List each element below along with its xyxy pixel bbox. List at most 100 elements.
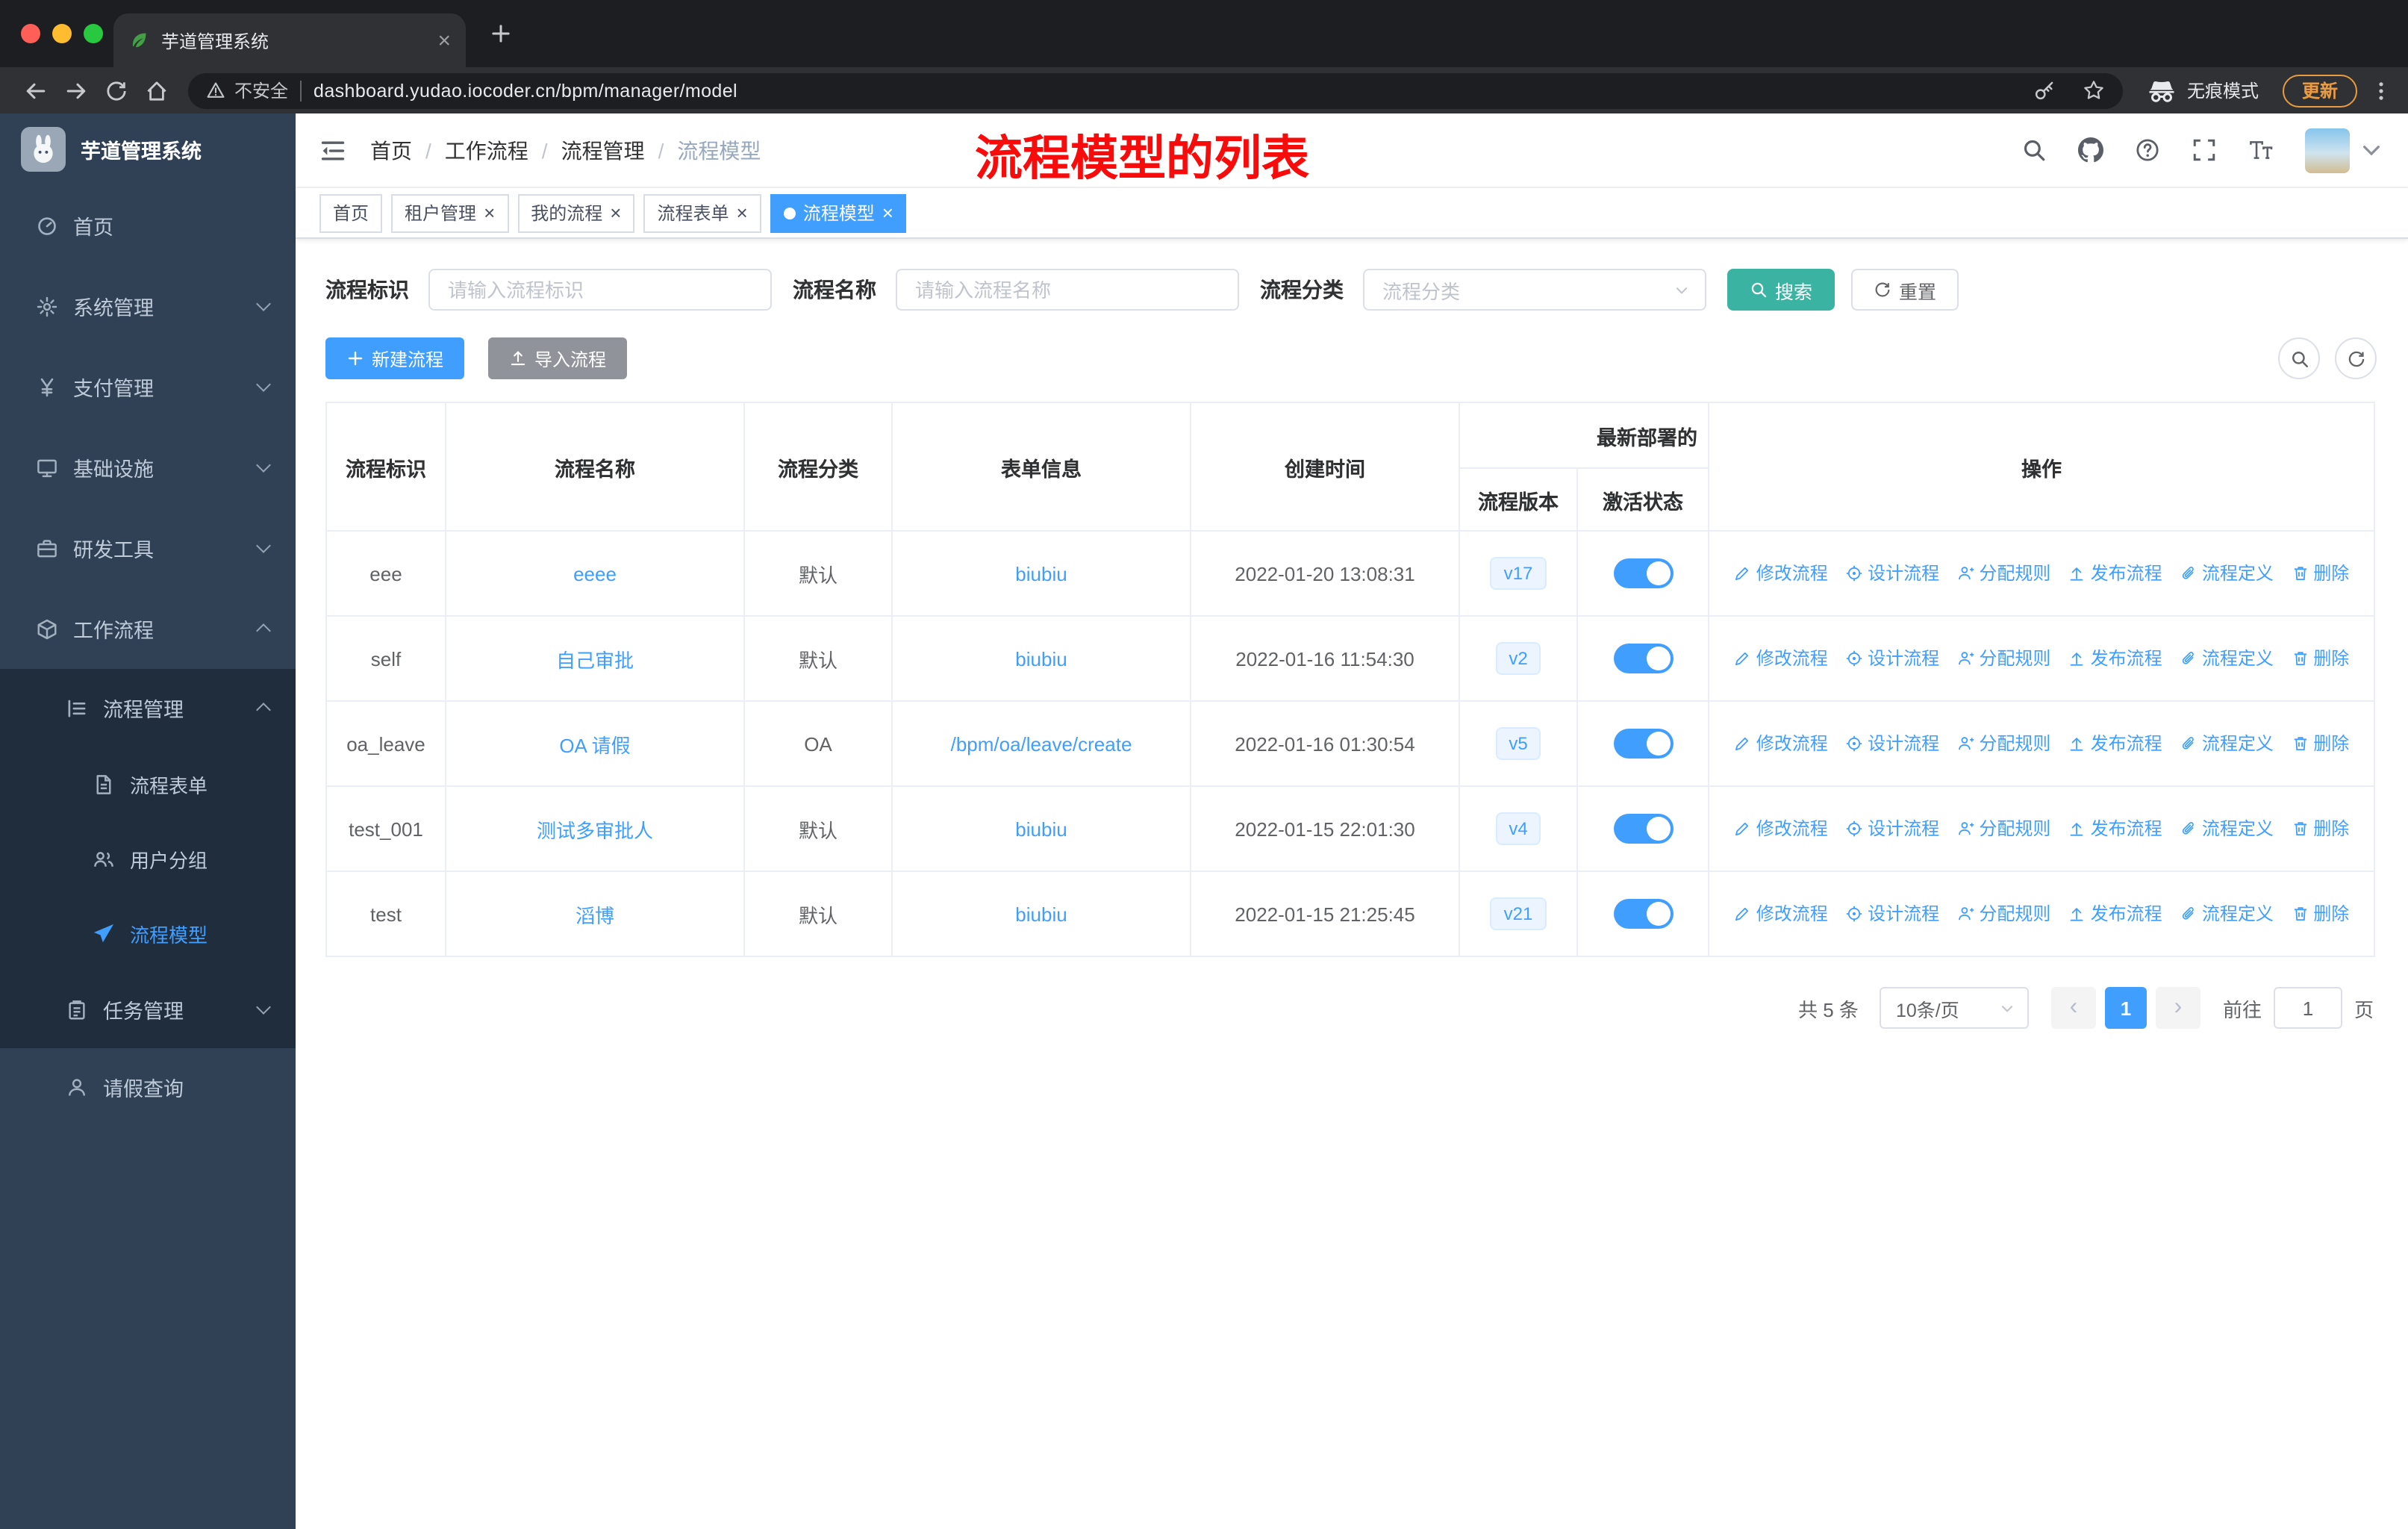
password-manager-icon[interactable]: [2033, 79, 2056, 102]
tag-close-icon[interactable]: ×: [882, 203, 893, 222]
sidebar-item[interactable]: 支付管理: [0, 346, 296, 427]
delete-link[interactable]: 删除: [2291, 561, 2349, 586]
publish-process-link[interactable]: 发布流程: [2068, 901, 2162, 927]
view-tag[interactable]: 租户管理 ×: [391, 193, 509, 232]
browser-tab[interactable]: 芋道管理系统 ×: [113, 13, 466, 67]
active-toggle[interactable]: [1613, 558, 1673, 588]
publish-process-link[interactable]: 发布流程: [2068, 646, 2162, 671]
design-process-link[interactable]: 设计流程: [1845, 816, 1939, 841]
tab-close-icon[interactable]: ×: [437, 29, 451, 52]
security-chip[interactable]: 不安全: [206, 78, 288, 103]
view-tag[interactable]: 我的流程 ×: [517, 193, 635, 232]
edit-process-link[interactable]: 修改流程: [1734, 901, 1828, 927]
sidebar-item[interactable]: 流程模型: [0, 896, 296, 971]
publish-process-link[interactable]: 发布流程: [2068, 816, 2162, 841]
next-page-button[interactable]: ›: [2155, 987, 2200, 1029]
fullscreen-icon[interactable]: [2192, 137, 2217, 163]
assign-rule-link[interactable]: 分配规则: [1956, 731, 2050, 756]
sidebar-item-leave-query[interactable]: 请假查询: [0, 1048, 296, 1126]
breadcrumb-item[interactable]: 流程管理: [528, 135, 645, 165]
delete-link[interactable]: 删除: [2291, 646, 2349, 671]
tag-close-icon[interactable]: ×: [737, 203, 748, 222]
view-tag[interactable]: 流程模型 ×: [770, 193, 907, 232]
import-process-button[interactable]: 导入流程: [488, 337, 628, 379]
process-definition-link[interactable]: 流程定义: [2180, 561, 2274, 586]
edit-process-link[interactable]: 修改流程: [1734, 731, 1828, 756]
show-search-button[interactable]: [2278, 337, 2320, 379]
new-tab-button[interactable]: [490, 22, 512, 45]
delete-link[interactable]: 删除: [2291, 901, 2349, 927]
tag-close-icon[interactable]: ×: [484, 203, 495, 222]
process-name-link[interactable]: 测试多审批人: [537, 819, 653, 841]
process-name-link[interactable]: eeee: [573, 562, 617, 585]
breadcrumb-item[interactable]: 流程模型: [645, 135, 761, 165]
sidebar-item[interactable]: 工作流程: [0, 588, 296, 669]
assign-rule-link[interactable]: 分配规则: [1956, 901, 2050, 927]
sidebar-item[interactable]: 流程表单: [0, 747, 296, 821]
assign-rule-link[interactable]: 分配规则: [1956, 561, 2050, 586]
design-process-link[interactable]: 设计流程: [1845, 901, 1939, 927]
process-key-input[interactable]: [428, 269, 772, 311]
user-avatar-menu[interactable]: [2305, 128, 2384, 172]
forward-button[interactable]: [55, 71, 96, 110]
sidebar-item-process-management[interactable]: 流程管理: [0, 669, 296, 747]
collapse-sidebar-button[interactable]: [319, 137, 346, 164]
edit-process-link[interactable]: 修改流程: [1734, 561, 1828, 586]
close-window-button[interactable]: [21, 24, 40, 43]
prev-page-button[interactable]: ‹: [2050, 987, 2096, 1029]
process-name-link[interactable]: OA 请假: [559, 734, 630, 756]
goto-page-input[interactable]: [2273, 987, 2342, 1029]
edit-process-link[interactable]: 修改流程: [1734, 646, 1828, 671]
back-button[interactable]: [15, 71, 55, 110]
home-button[interactable]: [136, 71, 176, 110]
sidebar-item[interactable]: 系统管理: [0, 266, 296, 346]
design-process-link[interactable]: 设计流程: [1845, 561, 1939, 586]
sidebar-item-task-management[interactable]: 任务管理: [0, 971, 296, 1048]
assign-rule-link[interactable]: 分配规则: [1956, 646, 2050, 671]
github-icon[interactable]: [2078, 137, 2103, 163]
process-name-input[interactable]: [896, 269, 1239, 311]
tag-close-icon[interactable]: ×: [610, 203, 621, 222]
sidebar-item[interactable]: 首页: [0, 185, 296, 266]
process-definition-link[interactable]: 流程定义: [2180, 646, 2274, 671]
edit-process-link[interactable]: 修改流程: [1734, 816, 1828, 841]
design-process-link[interactable]: 设计流程: [1845, 646, 1939, 671]
page-number-1[interactable]: 1: [2104, 987, 2147, 1029]
process-definition-link[interactable]: 流程定义: [2180, 901, 2274, 927]
view-tag[interactable]: 首页: [319, 193, 383, 232]
sidebar-item[interactable]: 基础设施: [0, 427, 296, 508]
breadcrumb-item[interactable]: 工作流程: [412, 135, 528, 165]
sidebar-item[interactable]: 用户分组: [0, 821, 296, 896]
publish-process-link[interactable]: 发布流程: [2068, 561, 2162, 586]
delete-link[interactable]: 删除: [2291, 731, 2349, 756]
page-size-select[interactable]: 10条/页: [1879, 987, 2029, 1029]
refresh-table-button[interactable]: [2335, 337, 2377, 379]
form-info-link[interactable]: biubiu: [1015, 647, 1067, 670]
breadcrumb-item[interactable]: 首页: [370, 135, 412, 165]
category-select[interactable]: 流程分类: [1363, 269, 1706, 311]
update-button[interactable]: 更新: [2282, 74, 2357, 107]
browser-menu-button[interactable]: [2369, 78, 2393, 102]
zoom-window-button[interactable]: [84, 24, 103, 43]
active-toggle[interactable]: [1613, 644, 1673, 673]
header-search-icon[interactable]: [2021, 137, 2047, 163]
publish-process-link[interactable]: 发布流程: [2068, 731, 2162, 756]
active-toggle[interactable]: [1613, 729, 1673, 759]
font-size-icon[interactable]: [2248, 137, 2274, 163]
minimize-window-button[interactable]: [52, 24, 72, 43]
sidebar-item[interactable]: 研发工具: [0, 508, 296, 588]
process-definition-link[interactable]: 流程定义: [2180, 816, 2274, 841]
active-toggle[interactable]: [1613, 814, 1673, 844]
view-tag[interactable]: 流程表单 ×: [643, 193, 761, 232]
create-process-button[interactable]: 新建流程: [325, 337, 465, 379]
process-name-link[interactable]: 自己审批: [556, 649, 634, 671]
form-info-link[interactable]: /bpm/oa/leave/create: [951, 732, 1132, 755]
delete-link[interactable]: 删除: [2291, 816, 2349, 841]
active-toggle[interactable]: [1613, 899, 1673, 929]
assign-rule-link[interactable]: 分配规则: [1956, 816, 2050, 841]
form-info-link[interactable]: biubiu: [1015, 562, 1067, 585]
address-bar[interactable]: 不安全 dashboard.yudao.iocoder.cn/bpm/manag…: [188, 72, 2123, 108]
search-button[interactable]: 搜索: [1727, 269, 1835, 311]
process-definition-link[interactable]: 流程定义: [2180, 731, 2274, 756]
form-info-link[interactable]: biubiu: [1015, 818, 1067, 840]
